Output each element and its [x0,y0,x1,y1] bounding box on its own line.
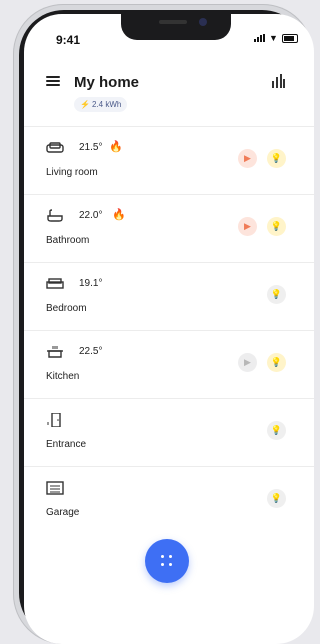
room-temperature: 22.0° [79,210,103,221]
speaker-grille [159,20,187,24]
garage-icon [46,481,64,495]
door-icon [47,413,61,427]
page-title: My home [74,74,140,91]
light-bulb-button[interactable]: 💡 [267,217,286,236]
battery-icon [281,33,298,43]
room-temperature: 19.1° [79,278,103,289]
room-name: Entrance [46,439,87,450]
room-name: Bathroom [46,235,90,246]
lightning-bolt-icon: ⚡ [80,100,90,109]
room-card-garage[interactable]: Garage 💡 [24,466,314,534]
media-play-button[interactable]: ▶ [238,149,257,168]
light-bulb-button[interactable]: 💡 [267,489,286,508]
bed-icon [46,278,64,289]
media-play-button[interactable]: ▶ [238,353,257,372]
room-name: Garage [46,507,80,518]
room-card-bathroom[interactable]: 22.0° 🔥 Bathroom ▶ 💡 [24,194,314,262]
front-camera [199,18,207,26]
room-name: Bedroom [46,303,87,314]
apps-grid-icon [161,555,173,567]
light-bulb-button[interactable]: 💡 [267,353,286,372]
sofa-icon [46,142,64,153]
room-name: Kitchen [46,371,80,382]
media-play-button[interactable]: ▶ [238,217,257,236]
pot-icon [47,346,63,358]
app-screen: 9:41 ▼ My home ⚡ 2.4 kWh 21.5° 🔥 Living r… [24,14,314,644]
room-card-kitchen[interactable]: 22.5° Kitchen ▶ 💡 [24,330,314,398]
room-temperature: 21.5° [79,142,103,153]
light-bulb-button[interactable]: 💡 [267,421,286,440]
room-card-living-room[interactable]: 21.5° 🔥 Living room ▶ 💡 [24,126,314,194]
wifi-icon: ▼ [269,33,278,43]
light-bulb-button[interactable]: 💡 [267,285,286,304]
signal-icon [254,34,265,42]
room-temperature: 22.5° [79,346,103,357]
energy-value: 2.4 kWh [91,100,122,109]
apps-grid-button[interactable] [145,539,189,583]
bar-chart-icon[interactable] [271,74,285,88]
bathtub-icon [47,209,63,222]
flame-icon: 🔥 [109,141,123,153]
light-bulb-button[interactable]: 💡 [267,149,286,168]
hamburger-menu-icon[interactable] [46,76,60,86]
energy-usage-badge: ⚡ 2.4 kWh [74,97,128,112]
flame-icon: 🔥 [112,209,126,221]
phone-notch [121,14,231,40]
room-name: Living room [46,167,98,178]
room-card-entrance[interactable]: Entrance 💡 [24,398,314,466]
status-time: 9:41 [56,33,81,47]
room-card-bedroom[interactable]: 19.1° Bedroom 💡 [24,262,314,330]
room-list: 21.5° 🔥 Living room ▶ 💡 22.0° 🔥 Bathroom… [24,126,314,534]
status-icons: ▼ [254,33,298,43]
